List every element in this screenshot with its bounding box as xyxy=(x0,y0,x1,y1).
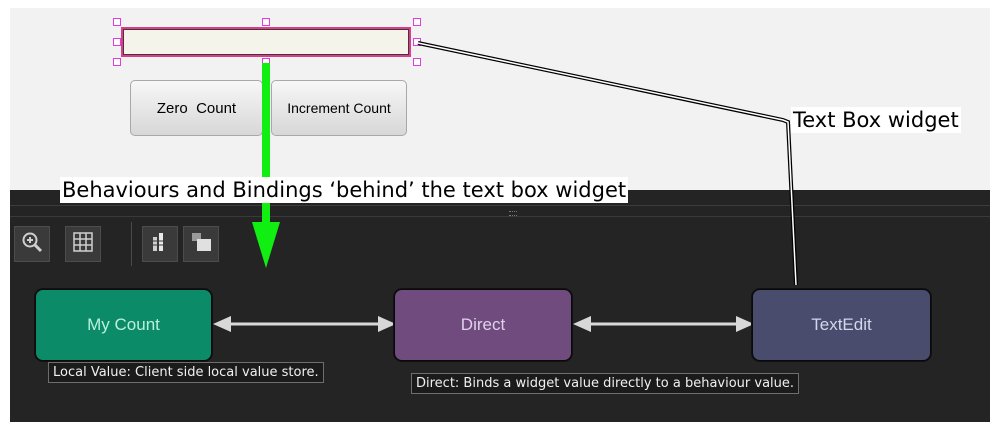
node-my-count[interactable]: My Count xyxy=(35,289,212,361)
behaviours-bindings-callout: Behaviours and Bindings ‘behind’ the tex… xyxy=(60,177,629,203)
text-box-widget-callout: Text Box widget xyxy=(791,107,961,133)
node-textedit[interactable]: TextEdit xyxy=(752,289,931,361)
tooltip-direct: Direct: Binds a widget value directly to… xyxy=(411,373,800,394)
green-arrow-shaft-top xyxy=(262,63,270,183)
tooltip-local-value: Local Value: Client side local value sto… xyxy=(48,362,324,383)
node-direct[interactable]: Direct xyxy=(394,289,572,361)
green-arrow-shaft-bottom xyxy=(262,203,270,225)
green-arrow-head xyxy=(252,222,280,268)
callout-line xyxy=(417,41,798,286)
node-my-count-label: My Count xyxy=(87,315,160,334)
node-direct-label: Direct xyxy=(460,315,506,334)
connector-direct-textedit xyxy=(573,316,754,332)
connector-mycount-direct xyxy=(213,316,396,332)
node-textedit-label: TextEdit xyxy=(811,315,872,334)
